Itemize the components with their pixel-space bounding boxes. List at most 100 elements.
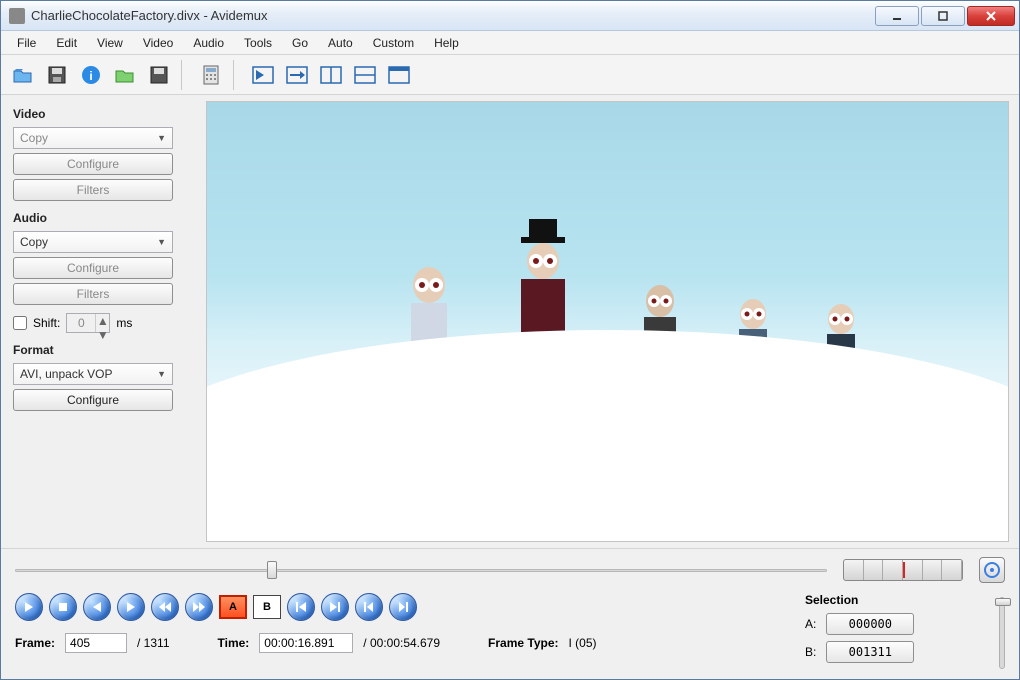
format-select[interactable]: AVI, unpack VOP▼ [13, 363, 173, 385]
split-h-icon [354, 66, 376, 84]
frametype-label: Frame Type: [488, 636, 558, 650]
volume-slider[interactable] [999, 597, 1005, 669]
format-configure-button[interactable]: Configure [13, 389, 173, 411]
folder-film-icon [114, 65, 136, 85]
frame-label: Frame: [15, 636, 55, 650]
video-codec-select[interactable]: Copy▼ [13, 127, 173, 149]
time-total: / 00:00:54.679 [363, 636, 440, 650]
menu-go[interactable]: Go [282, 31, 318, 54]
selection-label: Selection [805, 593, 975, 607]
audio-configure-button[interactable]: Configure [13, 257, 173, 279]
minimize-button[interactable] [875, 6, 919, 26]
input-first-button[interactable] [247, 59, 279, 91]
shift-unit: ms [116, 316, 132, 330]
selection-b-button[interactable]: 001311 [826, 641, 914, 663]
spinner-arrows[interactable]: ▲▼ [95, 314, 109, 332]
transport-buttons: A B [15, 593, 787, 621]
sidebar: Video Copy ▼ Configure Filters Audio Copy… [1, 95, 206, 548]
slider-thumb[interactable] [267, 561, 277, 579]
format-value: AVI, unpack VOP [20, 367, 113, 381]
window-buttons [875, 6, 1015, 26]
menu-video[interactable]: Video [133, 31, 183, 54]
window-play-icon [252, 66, 274, 84]
save-button[interactable] [41, 59, 73, 91]
shift-spinner[interactable]: 0 ▲▼ [66, 313, 110, 333]
prev-frame-button[interactable] [83, 593, 111, 621]
menu-custom[interactable]: Custom [363, 31, 424, 54]
audio-filters-button[interactable]: Filters [13, 283, 173, 305]
selection-a-button[interactable]: 000000 [826, 613, 914, 635]
menu-auto[interactable]: Auto [318, 31, 363, 54]
jog-center-mark [903, 562, 905, 578]
selection-panel: Selection A: 000000 B: 001311 [805, 593, 975, 663]
set-marker-b-button[interactable]: B [253, 595, 281, 619]
format-section-label: Format [13, 343, 194, 357]
window-small-icon [388, 66, 410, 84]
calculator-icon [202, 65, 220, 85]
svg-text:i: i [89, 69, 92, 83]
set-marker-a-button[interactable]: A [219, 595, 247, 619]
slider-rail [15, 569, 827, 572]
video-section-label: Video [13, 107, 194, 121]
status-row: Frame: / 1311 Time: 00:00:16.891 / 00:00… [15, 633, 787, 653]
preview-foreground [206, 330, 1009, 541]
shift-value: 0 [67, 314, 95, 332]
calculator-button[interactable] [195, 59, 227, 91]
prev-black-button[interactable] [287, 593, 315, 621]
goto-start-button[interactable] [355, 593, 383, 621]
next-frame-button[interactable] [117, 593, 145, 621]
close-button[interactable] [967, 6, 1015, 26]
input-last-button[interactable] [281, 59, 313, 91]
disc-icon [984, 562, 1000, 578]
menu-file[interactable]: File [7, 31, 46, 54]
window-single-button[interactable] [383, 59, 415, 91]
next-black-button[interactable] [321, 593, 349, 621]
video-configure-button[interactable]: Configure [13, 153, 173, 175]
info-icon: i [81, 65, 101, 85]
split-horizontal-button[interactable] [349, 59, 381, 91]
jog-wheel[interactable] [843, 559, 963, 581]
toolbar-separator [181, 60, 189, 90]
next-keyframe-button[interactable] [185, 593, 213, 621]
play-button[interactable] [15, 593, 43, 621]
frame-input[interactable] [65, 633, 127, 653]
save-video-button[interactable] [143, 59, 175, 91]
prev-keyframe-button[interactable] [151, 593, 179, 621]
audio-codec-select[interactable]: Copy ▼ [13, 231, 173, 253]
menu-edit[interactable]: Edit [46, 31, 87, 54]
menubar: File Edit View Video Audio Tools Go Auto… [1, 31, 1019, 55]
split-v-icon [320, 66, 342, 84]
window-title: CharlieChocolateFactory.divx - Avidemux [31, 8, 875, 23]
jog-reset-button[interactable] [979, 557, 1005, 583]
volume-thumb[interactable] [995, 598, 1011, 606]
audio-shift-row: Shift: 0 ▲▼ ms [13, 313, 194, 333]
shift-checkbox[interactable] [13, 316, 27, 330]
time-input[interactable]: 00:00:16.891 [259, 633, 353, 653]
scrub-row [15, 557, 1005, 583]
audio-section-label: Audio [13, 211, 194, 225]
maximize-button[interactable] [921, 6, 965, 26]
menu-audio[interactable]: Audio [183, 31, 234, 54]
selection-b-row: B: 001311 [805, 641, 975, 663]
video-codec-value: Copy [20, 131, 48, 145]
menu-tools[interactable]: Tools [234, 31, 282, 54]
video-filters-button[interactable]: Filters [13, 179, 173, 201]
menu-help[interactable]: Help [424, 31, 469, 54]
titlebar: CharlieChocolateFactory.divx - Avidemux [1, 1, 1019, 31]
goto-end-button[interactable] [389, 593, 417, 621]
video-preview [206, 101, 1009, 542]
audio-codec-value: Copy [20, 235, 48, 249]
chevron-down-icon: ▼ [157, 237, 166, 247]
controls-row: A B Frame: / 1311 Time: 00:00:16.891 / 0… [15, 593, 1005, 669]
stop-button[interactable] [49, 593, 77, 621]
split-vertical-button[interactable] [315, 59, 347, 91]
body-area: Video Copy ▼ Configure Filters Audio Copy… [1, 95, 1019, 548]
timeline-slider[interactable] [15, 561, 827, 579]
open-button[interactable] [7, 59, 39, 91]
frametype-value: I (05) [569, 636, 597, 650]
toolbar: i [1, 55, 1019, 95]
open-video-button[interactable] [109, 59, 141, 91]
menu-view[interactable]: View [87, 31, 133, 54]
info-button[interactable]: i [75, 59, 107, 91]
frame-total: / 1311 [137, 636, 169, 650]
